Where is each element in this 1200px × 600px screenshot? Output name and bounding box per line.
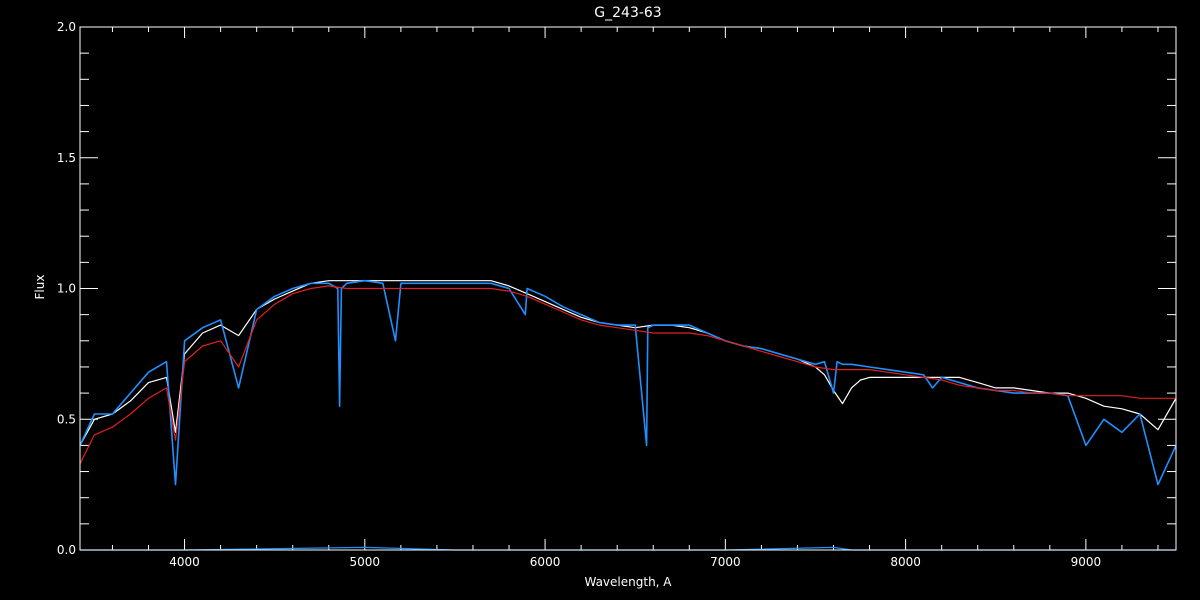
chart-title: G_243-63 (594, 5, 661, 21)
x-tick-label: 5000 (350, 555, 381, 569)
y-axis-label: Flux (33, 275, 47, 300)
y-tick-label: 0.5 (57, 412, 76, 426)
chart-background (0, 0, 1200, 600)
spectrum-chart: G_243-63 Wavelength, A Flux 4000 5000 6000… (0, 0, 1200, 600)
x-axis-label: Wavelength, A (584, 575, 672, 589)
x-tick-label: 9000 (1071, 555, 1102, 569)
y-tick-label: 1.5 (57, 151, 76, 165)
x-tick-label: 8000 (890, 555, 921, 569)
x-tick-label: 6000 (530, 555, 561, 569)
x-tick-label: 7000 (710, 555, 741, 569)
y-tick-label: 0.0 (57, 543, 76, 557)
y-tick-label: 2.0 (57, 20, 76, 34)
x-tick-label: 4000 (169, 555, 200, 569)
y-tick-label: 1.0 (57, 282, 76, 296)
